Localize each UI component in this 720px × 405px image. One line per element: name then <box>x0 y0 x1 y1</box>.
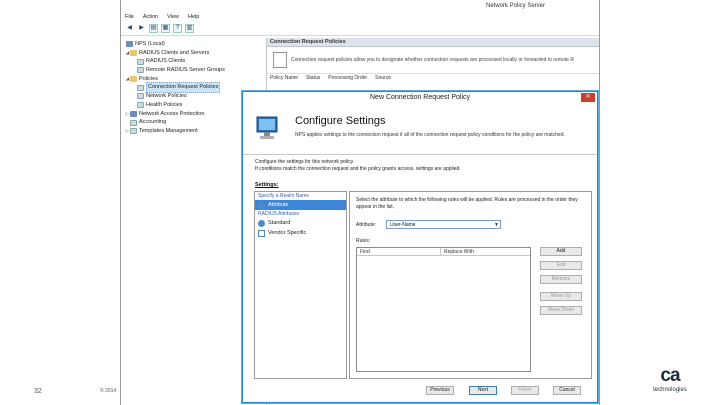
policy-list-header: Policy Name Status Processing Order Sour… <box>267 73 599 81</box>
checkbox-icon <box>258 229 265 237</box>
nav-category-realm: Specify a Realm Name <box>258 193 310 199</box>
copyright-text: © 2014 <box>100 388 117 394</box>
dialog-title: New Connection Request Policy <box>370 94 470 101</box>
details-pane-description: Connection request policies allow you to… <box>267 47 599 73</box>
nps-window-title: Network Policy Server <box>121 0 599 12</box>
template-icon <box>130 128 137 135</box>
dialog-info: Configure the settings for this network … <box>255 159 585 173</box>
add-button[interactable]: Add <box>540 247 582 256</box>
new-connection-request-policy-dialog: New Connection Request Policy ✕ Configur… <box>242 91 598 403</box>
attribute-settings-panel: Select the attribute to which the follow… <box>349 191 592 379</box>
tree-item-nps-local[interactable]: NPS (Local) <box>121 40 266 49</box>
rules-list[interactable]: Find Replace With <box>356 247 531 372</box>
document-icon <box>273 52 287 68</box>
help-icon[interactable]: ? <box>173 24 182 33</box>
show-pane-icon[interactable]: ▥ <box>185 24 194 33</box>
settings-nav: Specify a Realm Name Attribute RADIUS At… <box>254 191 347 379</box>
chevron-down-icon[interactable]: ▼ <box>494 221 499 229</box>
menu-file[interactable]: File <box>125 12 134 22</box>
close-icon[interactable]: ✕ <box>581 93 595 102</box>
policy-icon <box>137 93 144 100</box>
move-down-button[interactable]: Move Down <box>540 306 582 315</box>
panel-description: Select the attribute to which the follow… <box>356 197 578 210</box>
remove-button[interactable]: Remove <box>540 275 582 284</box>
cancel-button[interactable]: Cancel <box>553 386 581 395</box>
menu-bar: File Action View Help <box>121 12 599 22</box>
dialog-header: Configure Settings NPS applies settings … <box>243 104 597 155</box>
forward-arrow-icon[interactable]: ▶ <box>137 24 146 33</box>
column-processing-order[interactable]: Processing Order <box>328 74 367 81</box>
menu-view[interactable]: View <box>167 12 179 22</box>
list-icon <box>137 67 144 74</box>
ca-technologies-logo: ca technologies <box>653 365 687 394</box>
rules-list-header: Find Replace With <box>357 248 530 256</box>
rules-buttons: Add Edit Remove Move Up Move Down <box>536 247 586 320</box>
nav-item-standard[interactable]: Standard <box>255 218 346 228</box>
info-line-2: If conditions match the connection reque… <box>255 166 461 172</box>
column-source[interactable]: Source <box>375 74 391 81</box>
tree-item-radius-clients[interactable]: RADIUS Clients <box>121 57 266 66</box>
column-status[interactable]: Status <box>306 74 320 81</box>
menu-help[interactable]: Help <box>188 12 199 22</box>
folder-icon <box>130 76 137 83</box>
tree-item-remote-server-groups[interactable]: Remote RADIUS Server Groups <box>121 66 266 75</box>
list-icon <box>137 58 144 65</box>
back-arrow-icon[interactable]: ◀ <box>125 24 134 33</box>
menu-action[interactable]: Action <box>143 12 158 22</box>
move-up-button[interactable]: Move Up <box>540 292 582 301</box>
nav-item-vendor-specific[interactable]: Vendor Specific <box>255 228 346 238</box>
settings-label: Settings: <box>255 182 279 188</box>
slide: Network Policy Server File Action View H… <box>0 0 720 405</box>
toolbar: ◀ ▶ ▤ ▦ ? ▥ <box>121 22 599 36</box>
dialog-subtitle: NPS applies settings to the connection r… <box>295 132 565 138</box>
slide-number: 32 <box>34 388 42 395</box>
dialog-heading: Configure Settings <box>295 115 386 127</box>
policy-icon <box>137 84 144 91</box>
server-icon <box>126 41 133 48</box>
nav-item-attribute[interactable]: Attribute <box>255 200 346 210</box>
policy-icon <box>137 102 144 109</box>
globe-icon <box>258 219 265 227</box>
details-pane-header: Connection Request Policies <box>267 38 599 47</box>
next-button[interactable]: Next <box>469 386 497 395</box>
attribute-icon <box>258 201 265 209</box>
nav-category-radius-attributes: RADIUS Attributes <box>258 211 300 217</box>
console-tree-icon[interactable]: ▤ <box>149 24 158 33</box>
properties-icon[interactable]: ▦ <box>161 24 170 33</box>
computer-icon <box>256 116 278 139</box>
tree-item-radius-clients-servers[interactable]: ◢ RADIUS Clients and Servers <box>121 49 266 58</box>
finish-button[interactable]: Finish <box>511 386 539 395</box>
column-replace-with[interactable]: Replace With <box>441 248 474 255</box>
dialog-footer: Previous Next Finish Cancel <box>243 380 597 402</box>
attribute-label: Attribute: <box>356 222 377 228</box>
column-policy-name[interactable]: Policy Name <box>270 74 298 81</box>
rules-label: Rules: <box>356 238 371 244</box>
dialog-title-bar[interactable]: New Connection Request Policy ✕ <box>243 92 597 104</box>
edit-button[interactable]: Edit <box>540 261 582 270</box>
shield-icon <box>130 110 137 117</box>
column-find[interactable]: Find <box>357 248 441 255</box>
previous-button[interactable]: Previous <box>426 386 454 395</box>
attribute-select[interactable]: User-Name ▼ <box>386 220 501 229</box>
folder-icon <box>130 50 137 57</box>
info-line-1: Configure the settings for this network … <box>255 159 355 165</box>
accounting-icon <box>130 119 137 126</box>
